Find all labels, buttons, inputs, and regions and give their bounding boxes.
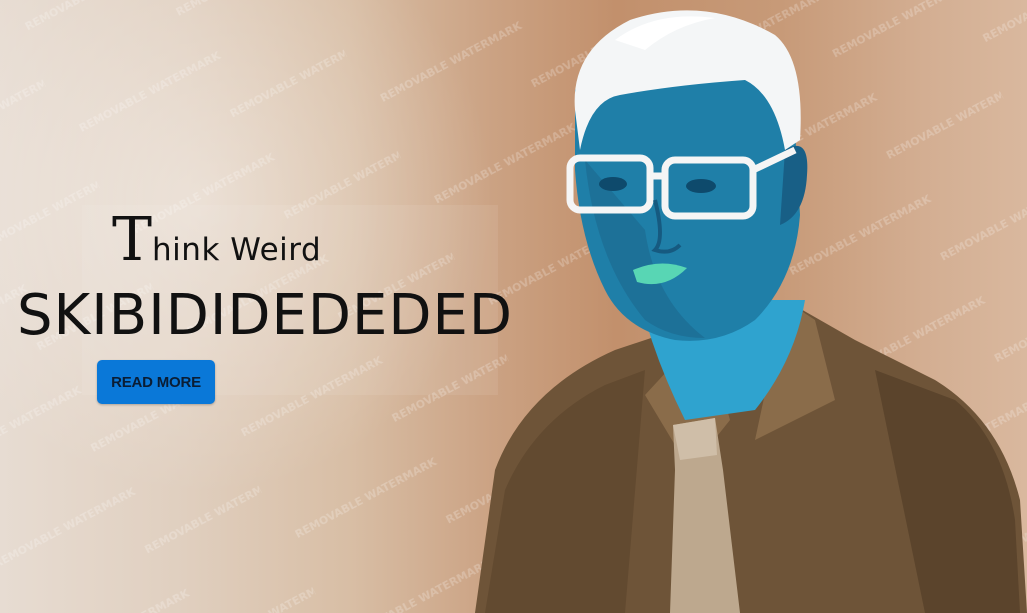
hero-banner: REMOVABLE WATERMARK REMOVABLE WATERMARK … <box>0 0 1027 613</box>
inverted-man-portrait-icon <box>475 10 1027 613</box>
headline-initial: T <box>112 205 153 275</box>
headline-think-weird: Think Weird <box>112 210 321 270</box>
headline-rest: hink Weird <box>152 232 322 268</box>
read-more-button[interactable]: READ MORE <box>97 360 215 404</box>
headline-main: SKIBIDIDEDEDED <box>17 283 513 348</box>
